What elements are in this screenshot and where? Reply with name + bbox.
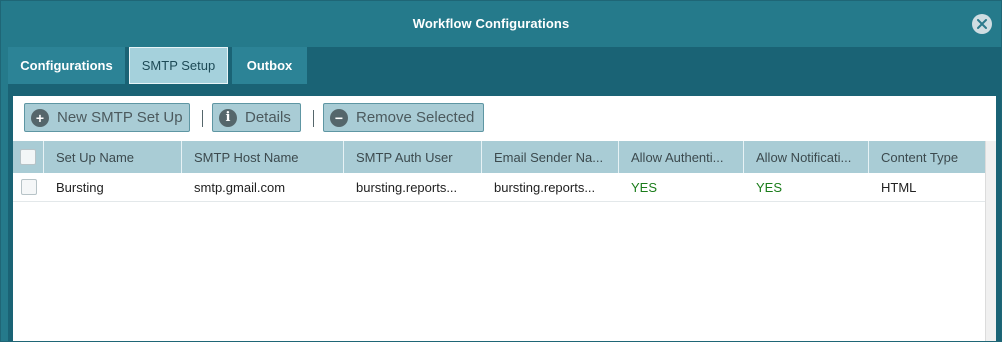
dialog-title: Workflow Configurations [412,16,570,31]
toolbar: + New SMTP Set Up i Details − Remove Sel… [13,96,996,141]
cell-setup-name: Bursting [56,179,104,195]
cell-auth-user: bursting.reports... [356,179,458,195]
toolbar-divider [313,110,314,127]
smtp-panel: + New SMTP Set Up i Details − Remove Sel… [13,96,996,341]
column-header-auth-user[interactable]: SMTP Auth User [344,141,482,173]
select-all-cell [13,141,44,173]
cell-smtp-host: smtp.gmail.com [194,179,286,195]
remove-selected-label: Remove Selected [356,109,475,126]
title-bar: Workflow Configurations [1,1,1001,47]
close-icon [977,19,987,29]
column-header-setup-name[interactable]: Set Up Name [44,141,182,173]
new-smtp-setup-button[interactable]: + New SMTP Set Up [24,103,190,132]
remove-selected-button[interactable]: − Remove Selected [323,103,484,132]
details-button[interactable]: i Details [212,103,301,132]
column-header-email-sender[interactable]: Email Sender Na... [482,141,619,173]
row-select-cell [13,173,44,201]
cell-email-sender: bursting.reports... [494,179,596,195]
cell-content-type: HTML [881,179,917,195]
details-label: Details [245,109,291,126]
table-row[interactable]: Bursting smtp.gmail.com bursting.reports… [13,173,985,202]
cell-allow-notification: YES [756,179,783,195]
cell-allow-auth: YES [631,179,658,195]
row-checkbox[interactable] [20,179,37,195]
tab-outbox[interactable]: Outbox [232,47,307,84]
plus-circle-icon: + [31,108,49,127]
toolbar-divider [202,110,203,127]
column-header-smtp-host[interactable]: SMTP Host Name [182,141,344,173]
column-header-content-type[interactable]: Content Type [869,141,985,173]
new-smtp-setup-label: New SMTP Set Up [57,109,183,126]
minus-circle-icon: − [330,108,348,127]
column-header-allow-auth[interactable]: Allow Authenti... [619,141,744,173]
smtp-grid: Set Up Name SMTP Host Name SMTP Auth Use… [13,141,985,202]
grid-header: Set Up Name SMTP Host Name SMTP Auth Use… [13,141,985,173]
select-all-checkbox[interactable] [20,149,36,165]
workflow-configurations-dialog: Workflow Configurations Configurations S… [0,0,1002,342]
info-circle-icon: i [219,108,237,127]
tab-configurations[interactable]: Configurations [8,47,125,84]
tab-strip: Configurations SMTP Setup Outbox [8,47,1001,84]
vertical-scrollbar[interactable] [985,141,996,341]
tab-panel: + New SMTP Set Up i Details − Remove Sel… [8,84,1001,341]
tab-smtp-setup[interactable]: SMTP Setup [129,47,228,84]
column-header-allow-notification[interactable]: Allow Notificati... [744,141,869,173]
close-button[interactable] [972,14,992,34]
